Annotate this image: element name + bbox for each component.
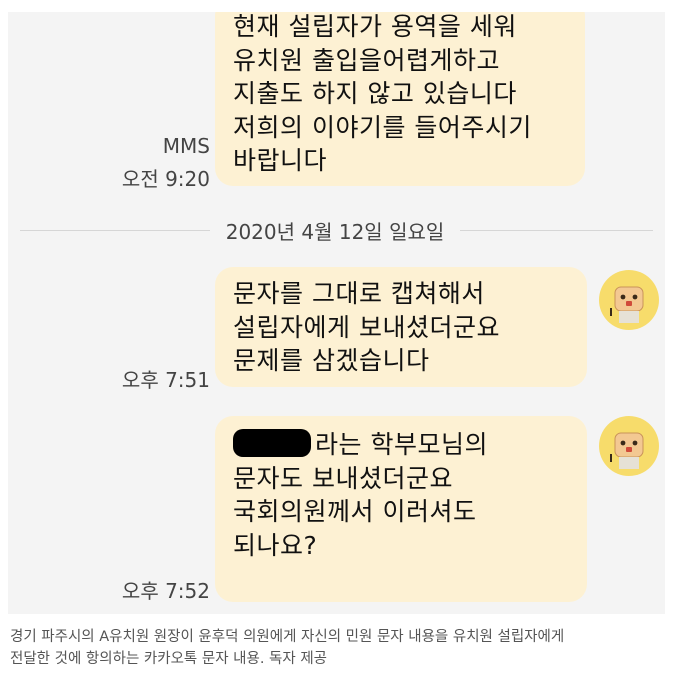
- message-line: 국회의원께서 이러셔도: [233, 497, 477, 526]
- caption-line: 경기 파주시의 A유치원 원장이 윤후덕 의원에게 자신의 민원 문자 내용을 …: [10, 629, 565, 645]
- message-bubble: 현재 설립자가 용역을 세워 유치원 출입을어렵게하고 지출도 하지 않고 있습…: [215, 12, 585, 186]
- message-timestamp: 오전 9:20: [121, 167, 210, 191]
- message-timestamp: 오후 7:51: [121, 368, 210, 392]
- message-bubble: 문자를 그대로 캡쳐해서 설립자에게 보내셨더군요 문제를 삼겠습니다: [215, 267, 587, 387]
- message-line: 라는 학부모님의: [233, 428, 573, 462]
- message-type-label: MMS: [162, 134, 210, 158]
- date-divider: 2020년 4월 12일 일요일: [225, 220, 445, 244]
- chat-screenshot: 현재 설립자가 용역을 세워 유치원 출입을어렵게하고 지출도 하지 않고 있습…: [8, 12, 665, 614]
- date-divider-line-right: [460, 230, 653, 231]
- message-line: 바랍니다: [233, 146, 328, 175]
- message-line: 설립자에게 보내셨더군요: [233, 312, 500, 342]
- message-text: 라는 학부모님의: [315, 430, 488, 459]
- sender-avatar[interactable]: [599, 416, 659, 476]
- message-line: 저희의 이야기를 들어주시기: [233, 112, 532, 142]
- toast-character-icon: [610, 432, 644, 469]
- sender-avatar[interactable]: [599, 270, 659, 330]
- message-line: 되나요?: [233, 530, 318, 560]
- message-timestamp: 오후 7:52: [121, 579, 210, 603]
- message-line: 문제를 삼겠습니다: [233, 346, 430, 375]
- message-bubble: 라는 학부모님의 문자도 보내셨더군요 국회의원께서 이러셔도 되나요?: [215, 416, 587, 602]
- caption-line: 전달한 것에 항의하는 카카오톡 문자 내용. 독자 제공: [10, 651, 328, 667]
- message-line: 유치원 출입을어렵게하고: [233, 45, 500, 75]
- redacted-name: [233, 429, 311, 457]
- photo-caption: 경기 파주시의 A유치원 원장이 윤후덕 의원에게 자신의 민원 문자 내용을 …: [10, 626, 664, 670]
- toast-character-icon: [610, 286, 644, 323]
- message-line: 문자도 보내셨더군요: [233, 463, 453, 493]
- date-divider-line-left: [20, 230, 210, 231]
- message-line: 문자를 그대로 캡쳐해서: [233, 279, 485, 308]
- message-line: 현재 설립자가 용역을 세워: [233, 12, 517, 41]
- message-line: 지출도 하지 않고 있습니다: [233, 79, 517, 108]
